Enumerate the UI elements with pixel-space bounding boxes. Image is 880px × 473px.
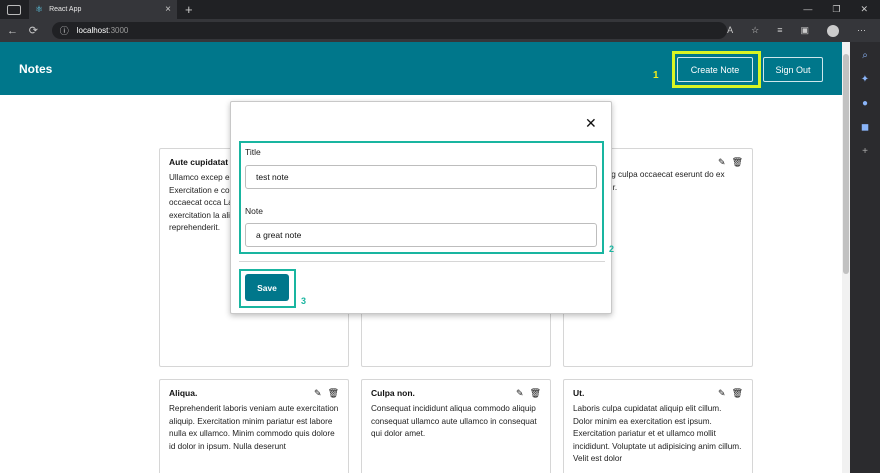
- url-port: :3000: [108, 26, 129, 35]
- note-card: ✎ 🗑 Aliqua. Reprehenderit laboris veniam…: [159, 379, 349, 473]
- edit-icon[interactable]: ✎: [314, 388, 322, 399]
- tab-title: React App: [49, 6, 82, 13]
- browser-tab-bar: ⚛ React App × + — ❐ ✕: [0, 0, 880, 19]
- browser-address-bar: ← ⟳ ⓘ localhost :3000 A ☆ ≡ ▣ ⋯: [0, 19, 880, 42]
- modal-divider: [239, 261, 605, 262]
- note-body: Consequat incididunt aliqua commodo aliq…: [371, 404, 537, 438]
- note-body: Laboris culpa cupidatat aliquip elit cil…: [573, 404, 742, 463]
- app-title: Notes: [19, 62, 53, 76]
- edit-icon[interactable]: ✎: [516, 388, 524, 399]
- trash-icon[interactable]: 🗑: [732, 157, 743, 168]
- profile-avatar[interactable]: [827, 24, 839, 37]
- annotation-number-2: 2: [609, 244, 615, 254]
- annotation-highlight-create: [672, 51, 761, 88]
- trash-icon[interactable]: 🗑: [530, 388, 541, 399]
- window-controls: — ❐ ✕: [803, 4, 868, 15]
- trash-icon[interactable]: 🗑: [328, 388, 339, 399]
- trash-icon[interactable]: 🗑: [732, 388, 743, 399]
- note-actions: ✎ 🗑: [314, 388, 339, 399]
- edit-icon[interactable]: ✎: [718, 157, 726, 168]
- read-aloud-icon[interactable]: A: [727, 25, 733, 37]
- refresh-icon[interactable]: ⟳: [25, 24, 42, 37]
- note-actions: ✎ 🗑: [718, 157, 743, 168]
- maximize-icon[interactable]: ❐: [832, 4, 840, 15]
- create-note-modal: ✕ Title test note Note a great note 2 Sa…: [230, 101, 615, 314]
- note-input[interactable]: a great note: [245, 223, 597, 247]
- note-label: Note: [245, 206, 263, 216]
- screen: ⚛ React App × + — ❐ ✕ ← ⟳ ⓘ localhost :3…: [0, 0, 880, 473]
- copilot-icon[interactable]: ✦: [861, 74, 869, 85]
- outlook-icon[interactable]: ◼: [861, 122, 869, 133]
- page-scrollbar[interactable]: [842, 42, 850, 473]
- save-button[interactable]: Save: [245, 274, 289, 301]
- note-actions: ✎ 🗑: [516, 388, 541, 399]
- annotation-number-3: 3: [301, 296, 307, 306]
- info-icon[interactable]: ⓘ: [60, 24, 69, 37]
- extension-icon[interactable]: ●: [862, 98, 868, 109]
- collections-icon[interactable]: ▣: [800, 25, 809, 37]
- notes-app: Notes Create Note Sign Out 1 Aute cupida…: [0, 42, 842, 473]
- window-menu-icon[interactable]: [7, 4, 21, 15]
- title-label: Title: [245, 147, 261, 157]
- app-header: Notes Create Note Sign Out 1: [0, 42, 842, 95]
- close-icon[interactable]: ✕: [585, 115, 597, 132]
- minimize-icon[interactable]: —: [803, 4, 812, 15]
- scrollbar-thumb[interactable]: [843, 54, 849, 274]
- back-icon[interactable]: ←: [4, 25, 21, 37]
- tab-close-icon[interactable]: ×: [165, 4, 171, 15]
- annotation-number-1: 1: [653, 70, 659, 81]
- note-card: ✎ 🗑 Ut. Laboris culpa cupidatat aliquip …: [563, 379, 753, 473]
- toolbar-icons: A ☆ ≡ ▣ ⋯: [727, 24, 866, 37]
- browser-tab[interactable]: ⚛ React App ×: [29, 0, 177, 19]
- browser-sidebar: ⌕ ✦ ● ◼ +: [850, 42, 880, 473]
- add-icon[interactable]: +: [862, 146, 868, 157]
- edit-icon[interactable]: ✎: [718, 388, 726, 399]
- note-body: Reprehenderit laboris veniam aute exerci…: [169, 404, 339, 451]
- sign-out-button[interactable]: Sign Out: [763, 57, 823, 82]
- title-input[interactable]: test note: [245, 165, 597, 189]
- more-icon[interactable]: ⋯: [857, 25, 866, 37]
- url-field[interactable]: ⓘ localhost :3000: [51, 22, 728, 39]
- note-card: ✎ 🗑 Culpa non. Consequat incididunt aliq…: [361, 379, 551, 473]
- close-window-icon[interactable]: ✕: [860, 4, 868, 15]
- search-icon[interactable]: ⌕: [862, 50, 868, 61]
- url-host: localhost: [76, 26, 109, 35]
- favorites-list-icon[interactable]: ≡: [777, 25, 782, 37]
- new-tab-icon[interactable]: +: [185, 2, 193, 17]
- react-atom-icon: ⚛: [35, 4, 44, 14]
- note-actions: ✎ 🗑: [718, 388, 743, 399]
- favorite-icon[interactable]: ☆: [751, 25, 759, 37]
